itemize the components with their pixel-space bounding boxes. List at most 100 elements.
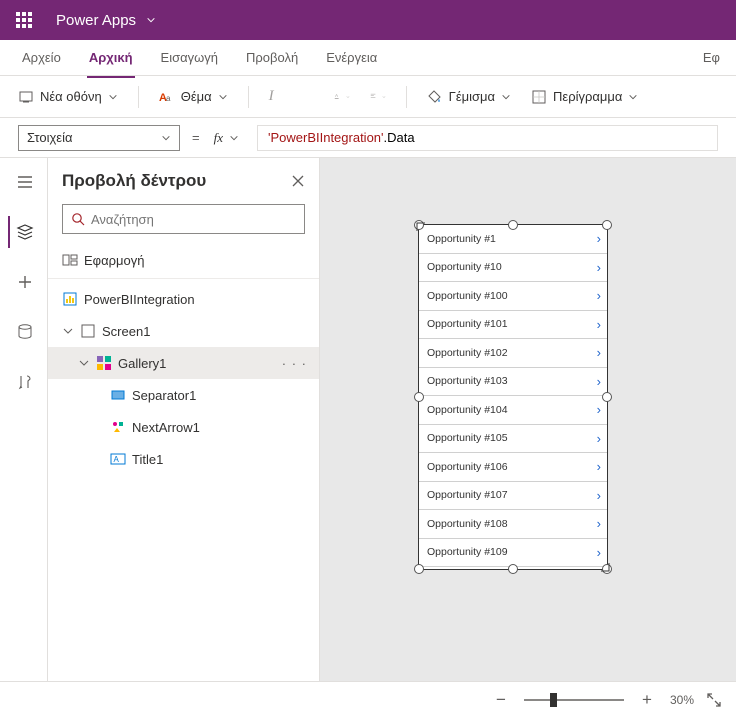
chevron-down-icon	[501, 92, 511, 102]
resize-handle[interactable]	[508, 564, 518, 574]
gallery-row[interactable]: Opportunity #102 ›	[419, 339, 607, 368]
gallery-selection[interactable]: Opportunity #1›Opportunity #10›Opportuni…	[418, 224, 608, 570]
tree-label: Εφαρμογή	[84, 253, 144, 268]
gallery-row[interactable]: Opportunity #109 ›	[419, 539, 607, 568]
formula-input[interactable]: 'PowerBIIntegration'.Data	[257, 125, 718, 151]
resize-handle[interactable]	[602, 392, 612, 402]
rail-tools[interactable]	[8, 366, 40, 398]
strikethrough-button[interactable]	[308, 93, 320, 101]
tree-toggle[interactable]	[62, 326, 74, 336]
menu-right-partial[interactable]: Εφ	[699, 44, 724, 71]
search-input[interactable]	[91, 212, 296, 227]
svg-text:A: A	[114, 455, 120, 464]
zoom-slider[interactable]	[524, 690, 624, 710]
tree-row-separator1[interactable]: Separator1	[48, 379, 319, 411]
resize-handle[interactable]	[414, 564, 424, 574]
chevron-down-icon	[628, 92, 638, 102]
gallery-row[interactable]: Opportunity #10›	[419, 254, 607, 283]
tree-row-title1[interactable]: A Title1	[48, 443, 319, 475]
rail-data[interactable]	[8, 316, 40, 348]
new-screen-button[interactable]: Νέα οθόνη	[12, 85, 124, 109]
theme-button[interactable]: Aa Θέμα	[153, 85, 234, 109]
ribbon: Νέα οθόνη Aa Θέμα I A Γέμισμα Περίγραμμα	[0, 76, 736, 118]
tree-row-screen1[interactable]: Screen1	[48, 315, 319, 347]
tree-label: Title1	[132, 452, 163, 467]
menu-insert[interactable]: Εισαγωγή	[151, 44, 228, 71]
chevron-down-icon	[79, 358, 89, 368]
fx-button[interactable]: fx	[212, 130, 245, 146]
rail-tree-view[interactable]	[8, 216, 40, 248]
app-dropdown[interactable]	[146, 15, 156, 25]
chevron-right-icon[interactable]: ›	[597, 288, 601, 303]
chevron-right-icon[interactable]: ›	[597, 431, 601, 446]
tree-row-powerbi[interactable]: PowerBIIntegration	[48, 283, 319, 315]
tree-row-nextarrow1[interactable]: NextArrow1	[48, 411, 319, 443]
tree-close-button[interactable]	[291, 174, 305, 188]
fit-to-screen-button[interactable]	[706, 692, 722, 708]
property-dropdown[interactable]: Στοιχεία	[18, 125, 180, 151]
formula-token-prop: Data	[387, 130, 414, 145]
chevron-right-icon[interactable]: ›	[597, 317, 601, 332]
label-icon: A	[110, 451, 126, 467]
formula-token-literal: 'PowerBIIntegration'	[268, 130, 384, 145]
italic-button[interactable]: I	[263, 84, 280, 109]
menu-action[interactable]: Ενέργεια	[316, 44, 387, 71]
gallery-row[interactable]: Opportunity #107›	[419, 482, 607, 511]
gallery-item-title: Opportunity #101	[427, 318, 508, 330]
theme-label: Θέμα	[181, 89, 212, 104]
fill-button[interactable]: Γέμισμα	[421, 85, 517, 109]
font-color-button[interactable]: A	[328, 88, 356, 106]
menu-view[interactable]: Προβολή	[236, 44, 308, 71]
align-icon	[370, 93, 376, 99]
gallery-row[interactable]: Opportunity #105›	[419, 425, 607, 454]
chevron-right-icon[interactable]: ›	[597, 260, 601, 275]
theme-icon: Aa	[159, 89, 175, 105]
plus-icon	[16, 273, 34, 291]
gallery-row[interactable]: Opportunity #108 ›	[419, 510, 607, 539]
chevron-right-icon[interactable]: ›	[597, 545, 601, 560]
gallery-row[interactable]: Opportunity #103›	[419, 368, 607, 397]
search-box[interactable]	[62, 204, 305, 234]
rectangle-icon	[110, 387, 126, 403]
tree-label: NextArrow1	[132, 420, 200, 435]
gallery-row[interactable]: Opportunity #104›	[419, 396, 607, 425]
align-button[interactable]	[364, 88, 392, 106]
gallery-item-title: Opportunity #109	[427, 546, 508, 558]
formula-bar: Στοιχεία = fx 'PowerBIIntegration'.Data	[0, 118, 736, 158]
powerbi-icon	[62, 291, 78, 307]
resize-handle[interactable]	[508, 220, 518, 230]
gallery-row[interactable]: Opportunity #101 ›	[419, 311, 607, 340]
rail-hamburger[interactable]	[8, 166, 40, 198]
chevron-right-icon[interactable]: ›	[597, 516, 601, 531]
app-launcher-button[interactable]	[0, 0, 48, 40]
tree-row-app[interactable]: Εφαρμογή	[48, 244, 319, 276]
menu-home[interactable]: Αρχική	[79, 44, 143, 71]
border-button[interactable]: Περίγραμμα	[525, 85, 644, 109]
rail-insert[interactable]	[8, 266, 40, 298]
tree-more-button[interactable]: · · ·	[282, 356, 307, 371]
slider-thumb[interactable]	[550, 693, 557, 707]
chevron-right-icon[interactable]: ›	[597, 345, 601, 360]
canvas[interactable]: Opportunity #1›Opportunity #10›Opportuni…	[320, 158, 736, 681]
tree-row-gallery1[interactable]: Gallery1 · · ·	[48, 347, 319, 379]
chevron-right-icon[interactable]: ›	[597, 402, 601, 417]
zoom-in-button[interactable]: +	[636, 689, 658, 711]
zoom-out-button[interactable]: −	[490, 689, 512, 711]
tree-toggle[interactable]	[78, 358, 90, 368]
gallery-item-title: Opportunity #102	[427, 347, 508, 359]
title-bar: Power Apps	[0, 0, 736, 40]
menu-file[interactable]: Αρχείο	[12, 44, 71, 71]
chevron-right-icon[interactable]: ›	[597, 374, 601, 389]
border-label: Περίγραμμα	[553, 89, 622, 104]
gallery-row[interactable]: Opportunity #106›	[419, 453, 607, 482]
resize-handle[interactable]	[602, 220, 612, 230]
database-icon	[16, 323, 34, 341]
underline-button[interactable]	[288, 93, 300, 101]
chevron-right-icon[interactable]: ›	[597, 231, 601, 246]
chevron-right-icon[interactable]: ›	[597, 488, 601, 503]
chevron-right-icon[interactable]: ›	[597, 459, 601, 474]
gallery-row[interactable]: Opportunity #100›	[419, 282, 607, 311]
gallery-item-title: Opportunity #108	[427, 518, 508, 530]
resize-handle[interactable]	[414, 392, 424, 402]
border-icon	[531, 89, 547, 105]
